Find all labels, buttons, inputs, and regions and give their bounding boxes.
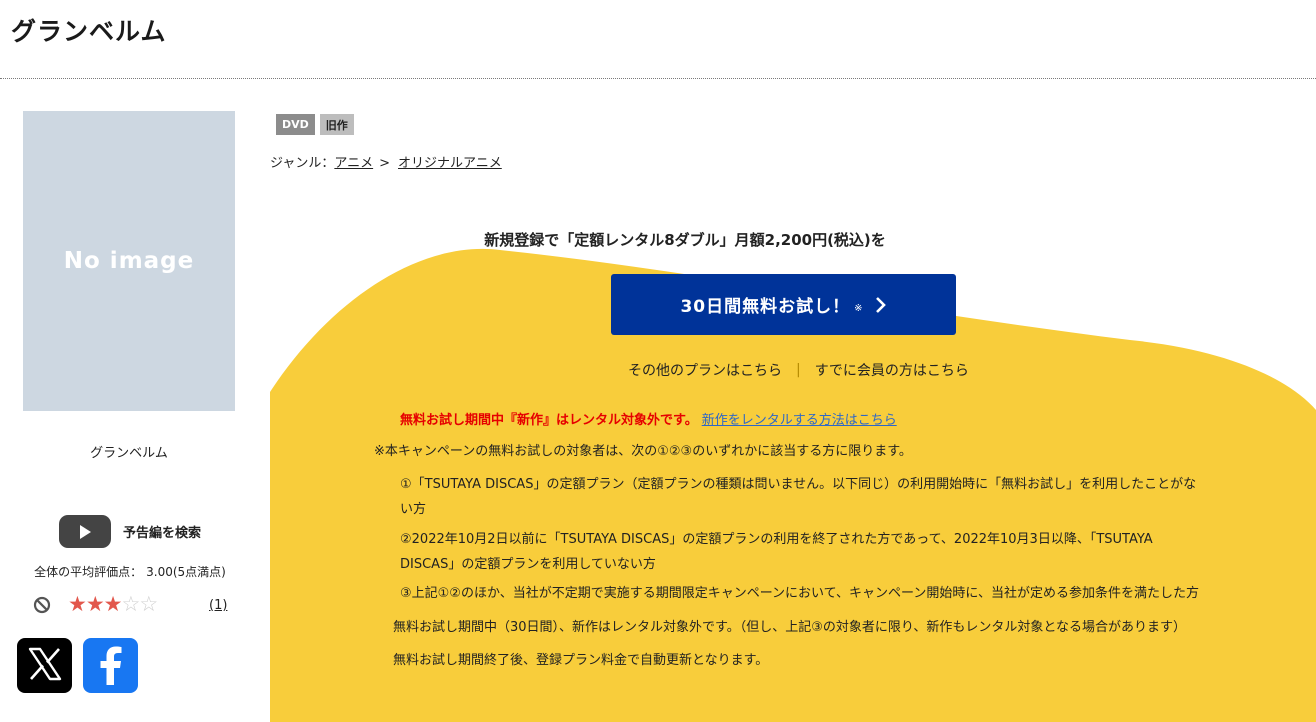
conditions-intro: ※本キャンペーンの無料お試しの対象者は、次の①②③のいずれかに該当する方に限りま… [374, 444, 912, 459]
no-sign-icon[interactable] [33, 596, 51, 618]
star-icon: ★ [85, 592, 105, 616]
genre-breadcrumb: ジャンル：アニメ > オリジナルアニメ [270, 152, 502, 171]
new-release-notice: 無料お試し期間中『新作』はレンタル対象外です。 新作をレンタルする方法はこちら [400, 409, 897, 428]
format-badge: DVD [276, 114, 315, 135]
review-count-link[interactable]: (1) [209, 598, 227, 613]
genre-label: ジャンル： [270, 156, 335, 171]
other-plans-link[interactable]: その他のプランはこちら [628, 360, 782, 380]
star-icon: ☆ [121, 592, 140, 616]
rating-row: ★★★☆☆ (1) [33, 592, 233, 618]
condition-item: ②2022年10月2日以前に「TSUTAYA DISCAS」の定額プランの利用を… [400, 532, 1153, 572]
x-logo-icon [26, 645, 64, 687]
trial-note: 無料お試し期間終了後、登録プラン料金で自動更新となります。 [393, 653, 769, 668]
chevron-right-icon [875, 296, 887, 314]
product-name: グランベルム [90, 446, 168, 461]
plan-links: その他のプランはこちら | すでに会員の方はこちら [628, 360, 969, 380]
age-badge: 旧作 [319, 114, 354, 135]
page: グランベルム No image グランベルム 予告編を検索 全体の平均評価点： 3… [0, 0, 1316, 722]
trailer-search-button[interactable]: 予告編を検索 [59, 515, 201, 548]
free-trial-button-note: ※ [854, 303, 863, 314]
free-trial-button[interactable]: 30日間無料お試し！ ※ [611, 274, 956, 335]
star-icon: ☆ [139, 592, 158, 616]
promo-headline: 新規登録で「定額レンタル8ダブル」月額2,200円(税込)を [484, 231, 886, 249]
facebook-share-button[interactable] [83, 638, 138, 693]
plan-links-divider: | [796, 362, 801, 378]
condition-item: ①「TSUTAYA DISCAS」の定額プラン（定額プランの種類は問いません。以… [400, 477, 1197, 517]
genre-separator: > [379, 156, 391, 171]
genre-link-original-anime[interactable]: オリジナルアニメ [398, 156, 502, 171]
star-icon: ★ [68, 592, 87, 616]
average-rating-label: 全体の平均評価点： [34, 565, 143, 579]
youtube-play-icon [59, 515, 111, 548]
badges: DVD 旧作 [276, 114, 354, 135]
genre-link-anime[interactable]: アニメ [334, 156, 373, 171]
star-icon: ★ [103, 592, 123, 616]
trailer-search-label: 予告編を検索 [123, 526, 202, 541]
condition-item: ③上記①②のほか、当社が不定期で実施する期間限定キャンペーンにおいて、キャンペー… [400, 586, 1199, 601]
trial-note: 無料お試し期間中（30日間）、新作はレンタル対象外です。（但し、上記③の対象者に… [393, 620, 1186, 635]
free-trial-button-label: 30日間無料お試し！ [680, 297, 851, 317]
facebook-logo-icon [94, 643, 128, 689]
average-rating-value: 3.00(5点満点) [146, 565, 226, 579]
new-release-rental-link[interactable]: 新作をレンタルする方法はこちら [702, 413, 897, 428]
x-share-button[interactable] [17, 638, 72, 693]
star-rating: ★★★☆☆ [68, 592, 158, 616]
title-divider [0, 78, 1316, 79]
average-rating: 全体の平均評価点： 3.00(5点満点) [0, 563, 260, 580]
member-login-link[interactable]: すでに会員の方はこちら [815, 360, 969, 380]
new-release-notice-text: 無料お試し期間中『新作』はレンタル対象外です。 [400, 413, 698, 428]
page-title: グランベルム [11, 17, 167, 46]
no-image-text: No image [63, 248, 195, 274]
product-jacket-placeholder: No image [23, 111, 235, 411]
